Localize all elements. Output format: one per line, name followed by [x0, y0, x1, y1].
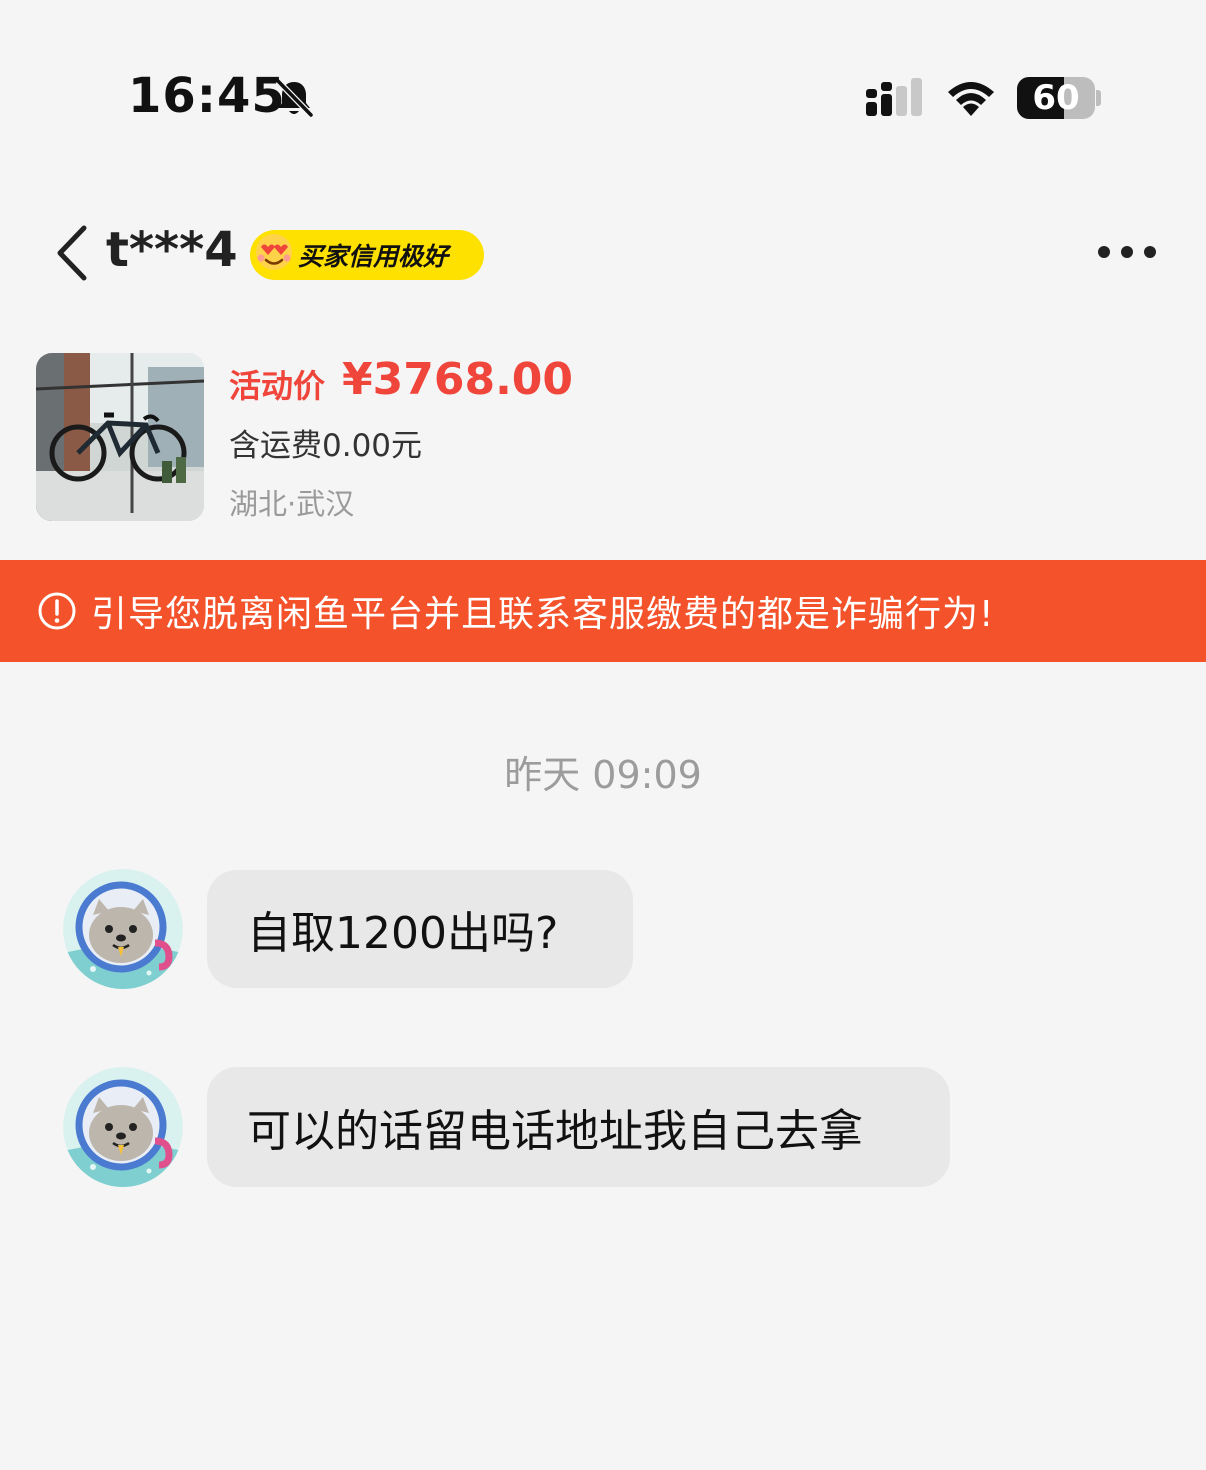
badge-label: 买家信用极好: [298, 242, 449, 271]
bicycle-photo: [36, 353, 204, 521]
more-dots-icon[interactable]: [1094, 242, 1164, 262]
product-price: ¥3768.00: [342, 354, 574, 405]
message-bubble[interactable]: 自取1200出吗?: [207, 870, 633, 988]
status-time: 16:45: [128, 68, 286, 124]
product-image[interactable]: [36, 353, 204, 521]
fraud-warning-banner: 引导您脱离闲鱼平台并且联系客服缴费的都是诈骗行为!: [0, 560, 1206, 662]
chat-username[interactable]: t***4: [106, 222, 238, 278]
price-label: 活动价: [229, 367, 326, 405]
message-bubble[interactable]: 可以的话留电话地址我自己去拿: [207, 1067, 950, 1187]
wifi-icon: [948, 82, 994, 116]
avatar[interactable]: [63, 869, 183, 989]
heart-eyes-emoji-icon: [256, 234, 292, 270]
product-location: 湖北·武汉: [229, 487, 355, 521]
warning-text: 引导您脱离闲鱼平台并且联系客服缴费的都是诈骗行为!: [91, 594, 995, 635]
chevron-left-icon[interactable]: [52, 222, 92, 284]
chat-timestamp: 昨天 09:09: [504, 753, 702, 797]
chat-screen: 16:45 60 t***4 买家信用极好 活动价 ¥3768.00 含运费0.…: [0, 0, 1206, 1470]
battery-level: 60: [1032, 78, 1080, 118]
battery-cap: [1096, 90, 1101, 106]
avatar[interactable]: [63, 1067, 183, 1187]
seal-astronaut-avatar-icon: [63, 869, 183, 989]
shipping-info: 含运费0.00元: [229, 428, 423, 464]
message-text: 自取1200出吗?: [247, 908, 559, 959]
buyer-credit-badge[interactable]: 买家信用极好: [250, 230, 484, 280]
message-text: 可以的话留电话地址我自己去拿: [247, 1106, 863, 1157]
bell-slash-icon: [275, 78, 314, 118]
seal-astronaut-avatar-icon: [63, 1067, 183, 1187]
cellular-signal-icon: [866, 78, 922, 116]
exclamation-circle-icon: [38, 592, 76, 630]
battery-icon: 60: [1017, 77, 1095, 119]
